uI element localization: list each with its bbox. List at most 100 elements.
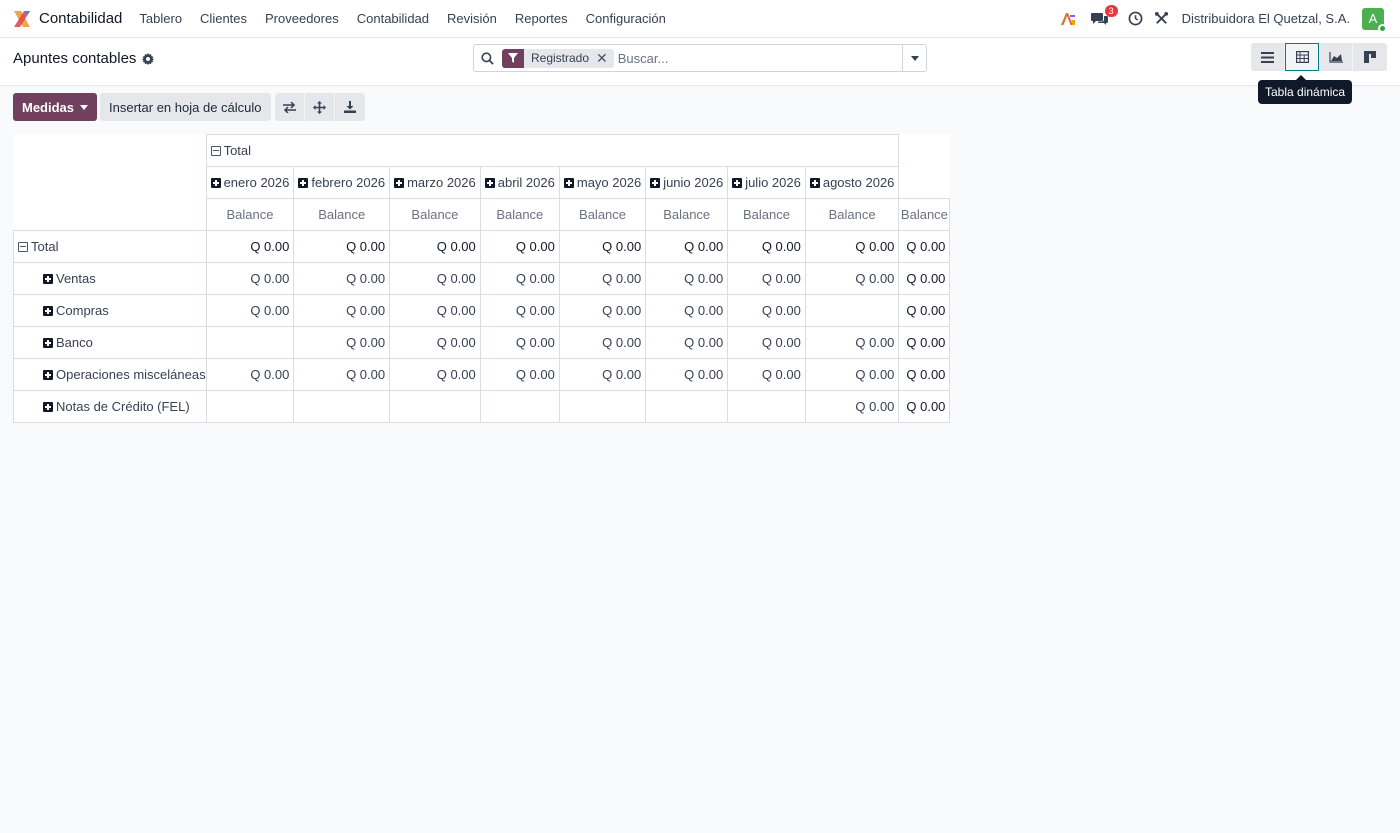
table-cell[interactable]: Q 0.00 (727, 358, 806, 391)
table-cell[interactable]: Q 0.00 (389, 230, 481, 263)
col-header-month[interactable]: julio 2026 (727, 166, 806, 199)
table-cell[interactable]: Q 0.00 (727, 294, 806, 327)
table-cell[interactable]: Q 0.00 (804, 262, 900, 295)
table-cell[interactable] (205, 326, 295, 359)
table-cell[interactable]: Q 0.00 (804, 326, 900, 359)
ai-assistant-icon[interactable] (1056, 7, 1080, 31)
row-header[interactable]: Banco (13, 326, 207, 359)
list-view-button[interactable] (1251, 43, 1285, 71)
row-header[interactable]: Ventas (13, 262, 207, 295)
table-cell[interactable] (804, 294, 900, 327)
table-cell[interactable]: Q 0.00 (727, 230, 806, 263)
col-header-month[interactable]: agosto 2026 (804, 166, 900, 199)
table-cell[interactable]: Q 0.00 (645, 294, 729, 327)
graph-view-button[interactable] (1319, 43, 1353, 71)
user-avatar[interactable]: A (1362, 7, 1387, 33)
measure-header[interactable]: Balance (389, 198, 481, 231)
download-button[interactable] (334, 93, 365, 121)
insert-spreadsheet-button[interactable]: Insertar en hoja de cálculo (100, 93, 271, 121)
menu-item-proveedores[interactable]: Proveedores (256, 11, 348, 26)
activity-clock-icon[interactable] (1124, 7, 1148, 31)
app-brand[interactable]: Contabilidad (0, 9, 130, 29)
table-cell[interactable]: Q 0.00 (558, 358, 647, 391)
table-cell[interactable]: Q 0.00 (727, 326, 806, 359)
row-header[interactable]: Operaciones misceláneas (13, 358, 207, 391)
col-header-month[interactable]: enero 2026 (205, 166, 295, 199)
table-cell[interactable]: Q 0.00 (205, 294, 295, 327)
table-cell[interactable]: Q 0.00 (205, 358, 295, 391)
col-header-total[interactable]: Total (205, 134, 900, 167)
menu-item-revision[interactable]: Revisión (438, 11, 506, 26)
measures-dropdown-button[interactable]: Medidas (13, 93, 98, 121)
search-input[interactable] (617, 50, 902, 66)
table-cell[interactable]: Q 0.00 (389, 358, 481, 391)
table-cell[interactable]: Q 0.00 (804, 230, 900, 263)
table-cell[interactable] (727, 390, 806, 423)
row-header[interactable]: Compras (13, 294, 207, 327)
table-cell-total[interactable]: Q 0.00 (898, 326, 951, 359)
table-cell[interactable]: Q 0.00 (293, 262, 391, 295)
table-cell[interactable]: Q 0.00 (389, 326, 481, 359)
table-cell[interactable]: Q 0.00 (479, 326, 560, 359)
menu-item-clientes[interactable]: Clientes (191, 11, 256, 26)
table-cell[interactable] (558, 390, 647, 423)
row-header[interactable]: Notas de Crédito (FEL) (13, 390, 207, 423)
kanban-view-button[interactable] (1353, 43, 1387, 71)
table-cell[interactable]: Q 0.00 (479, 230, 560, 263)
table-cell[interactable]: Q 0.00 (293, 326, 391, 359)
table-cell[interactable] (479, 390, 560, 423)
table-cell[interactable]: Q 0.00 (558, 294, 647, 327)
table-cell[interactable]: Q 0.00 (479, 262, 560, 295)
measure-header[interactable]: Balance (645, 198, 729, 231)
table-cell[interactable] (293, 390, 391, 423)
col-header-month[interactable]: abril 2026 (479, 166, 560, 199)
table-cell[interactable]: Q 0.00 (293, 230, 391, 263)
table-cell-total[interactable]: Q 0.00 (898, 230, 951, 263)
col-header-month[interactable]: marzo 2026 (389, 166, 481, 199)
table-cell-total[interactable]: Q 0.00 (898, 294, 951, 327)
row-header-total[interactable]: Total (13, 230, 207, 263)
table-cell[interactable]: Q 0.00 (389, 294, 481, 327)
gear-icon[interactable] (142, 52, 155, 65)
table-cell[interactable] (389, 390, 481, 423)
table-cell[interactable]: Q 0.00 (804, 358, 900, 391)
table-cell-total[interactable]: Q 0.00 (898, 358, 951, 391)
measure-header[interactable]: Balance (727, 198, 806, 231)
debug-tools-icon[interactable] (1150, 7, 1174, 31)
table-cell-total[interactable]: Q 0.00 (898, 390, 951, 423)
measure-header[interactable]: Balance (205, 198, 295, 231)
measure-header[interactable]: Balance (898, 198, 951, 231)
table-cell[interactable]: Q 0.00 (293, 294, 391, 327)
table-cell[interactable]: Q 0.00 (804, 390, 900, 423)
table-cell[interactable]: Q 0.00 (727, 262, 806, 295)
company-switcher[interactable]: Distribuidora El Quetzal, S.A. (1182, 11, 1350, 26)
table-cell-total[interactable]: Q 0.00 (898, 262, 951, 295)
table-cell[interactable]: Q 0.00 (645, 358, 729, 391)
measure-header[interactable]: Balance (293, 198, 391, 231)
search-options-toggle[interactable] (902, 45, 926, 71)
table-cell[interactable]: Q 0.00 (479, 358, 560, 391)
close-icon[interactable]: ✕ (596, 50, 614, 67)
table-cell[interactable] (645, 390, 729, 423)
col-header-month[interactable]: mayo 2026 (558, 166, 647, 199)
table-cell[interactable]: Q 0.00 (558, 262, 647, 295)
menu-item-tablero[interactable]: Tablero (130, 11, 191, 26)
menu-item-reportes[interactable]: Reportes (506, 11, 577, 26)
menu-item-configuracion[interactable]: Configuración (577, 11, 675, 26)
table-cell[interactable]: Q 0.00 (389, 262, 481, 295)
table-cell[interactable]: Q 0.00 (558, 230, 647, 263)
expand-all-button[interactable] (304, 93, 335, 121)
measure-header[interactable]: Balance (558, 198, 647, 231)
table-cell[interactable]: Q 0.00 (645, 326, 729, 359)
table-cell[interactable]: Q 0.00 (205, 230, 295, 263)
table-cell[interactable]: Q 0.00 (205, 262, 295, 295)
col-header-month[interactable]: junio 2026 (645, 166, 729, 199)
menu-item-contabilidad[interactable]: Contabilidad (348, 11, 438, 26)
table-cell[interactable]: Q 0.00 (479, 294, 560, 327)
table-cell[interactable]: Q 0.00 (293, 358, 391, 391)
table-cell[interactable]: Q 0.00 (558, 326, 647, 359)
table-cell[interactable] (205, 390, 295, 423)
measure-header[interactable]: Balance (804, 198, 900, 231)
messages-icon[interactable]: 3 (1088, 4, 1118, 31)
measure-header[interactable]: Balance (479, 198, 560, 231)
